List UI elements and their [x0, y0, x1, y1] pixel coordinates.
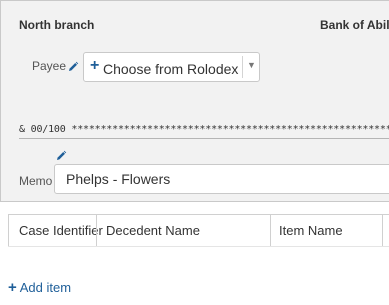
caret-down-icon[interactable]: ▼: [247, 60, 256, 70]
items-table-header: Case Identifier Decedent Name Item Name: [8, 214, 389, 247]
select-divider: [242, 56, 243, 78]
bank-name: Bank of Abile: [320, 18, 389, 32]
memo-label: Memo: [19, 174, 53, 188]
check-panel: North branch Bank of Abile Payee + Choos…: [0, 0, 389, 202]
pencil-icon[interactable]: [55, 149, 67, 161]
branch-name: North branch: [19, 18, 95, 32]
plus-icon: +: [8, 279, 17, 296]
table-bottom-rule: [8, 246, 389, 247]
column-header-case-identifier[interactable]: Case Identifier: [19, 215, 103, 246]
pencil-icon[interactable]: [67, 60, 79, 72]
amount-line: [19, 138, 389, 139]
rolodex-select[interactable]: + Choose from Rolodex ▼: [83, 52, 260, 82]
column-header-item-name[interactable]: Item Name: [279, 215, 379, 246]
rolodex-select-label: Choose from Rolodex: [103, 61, 239, 77]
add-item-link[interactable]: + Add item: [8, 279, 71, 296]
plus-icon: +: [90, 57, 100, 74]
payee-label: Payee: [32, 59, 67, 73]
column-divider: [382, 215, 383, 246]
memo-input[interactable]: [54, 164, 389, 194]
column-divider: [96, 215, 97, 246]
add-item-label: Add item: [19, 280, 72, 295]
column-header-decedent-name[interactable]: Decedent Name: [106, 215, 266, 246]
amount-in-words: & 00/100 *******************************…: [19, 124, 389, 135]
column-divider: [270, 215, 271, 246]
